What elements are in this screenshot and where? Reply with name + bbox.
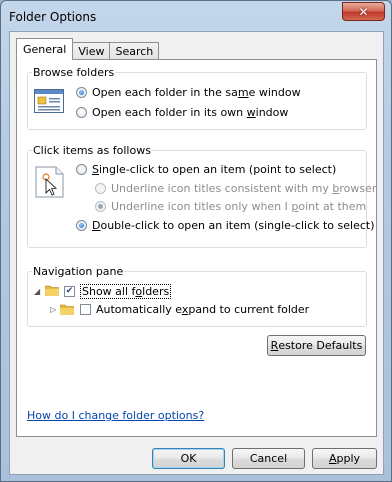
- open-own-window-radio[interactable]: [76, 107, 87, 118]
- underline-browser-radio: [95, 183, 106, 194]
- single-click-option[interactable]: Single-click to open an item (point to s…: [76, 163, 336, 176]
- open-same-window-option[interactable]: Open each folder in the same window: [76, 86, 301, 99]
- cancel-button[interactable]: Cancel: [232, 448, 305, 469]
- click-pointer-icon: [35, 166, 64, 198]
- restore-defaults-button[interactable]: Restore Defaults: [267, 335, 366, 356]
- click-items-legend: Click items as follows: [33, 144, 151, 157]
- folder-icon: [45, 285, 59, 296]
- single-click-label: Single-click to open an item (point to s…: [92, 163, 337, 176]
- underline-point-option: Underline icon titles only when I point …: [95, 200, 366, 213]
- expanded-arrow-icon: ◢: [34, 287, 41, 296]
- tab-search[interactable]: Search: [109, 42, 160, 60]
- apply-button[interactable]: Apply: [312, 448, 377, 469]
- tab-general[interactable]: General: [16, 38, 74, 60]
- folder-options-window: Folder Options ✕ General View Search Bro…: [0, 0, 392, 482]
- click-items-group: Click items as follows: [27, 144, 367, 248]
- ok-button[interactable]: OK: [152, 448, 225, 469]
- underline-browser-option: Underline icon titles consistent with my…: [95, 182, 376, 195]
- dialog-client-area: General View Search Browse folders Open …: [9, 31, 384, 475]
- show-all-folders-label: Show all folders: [80, 284, 172, 299]
- tab-view[interactable]: View: [72, 42, 111, 60]
- open-same-window-radio[interactable]: [76, 87, 87, 98]
- close-icon: ✕: [358, 4, 369, 19]
- folder-icon-2: [60, 304, 74, 315]
- double-click-label: Double-click to open an item (single-cli…: [92, 219, 375, 232]
- auto-expand-option[interactable]: Automatically expand to current folder: [80, 303, 309, 316]
- underline-point-label: Underline icon titles only when I point …: [111, 200, 367, 213]
- title-bar[interactable]: Folder Options ✕: [1, 1, 391, 31]
- auto-expand-label: Automatically expand to current folder: [96, 303, 310, 316]
- browse-folders-legend: Browse folders: [33, 66, 115, 79]
- show-all-folders-checkbox[interactable]: [64, 286, 75, 297]
- show-all-folders-option[interactable]: Show all folders: [64, 284, 172, 299]
- double-click-option[interactable]: Double-click to open an item (single-cli…: [76, 219, 375, 232]
- tab-strip: General View Search: [16, 38, 160, 60]
- single-click-radio[interactable]: [76, 164, 87, 175]
- underline-browser-label: Underline icon titles consistent with my…: [111, 182, 377, 195]
- auto-expand-checkbox[interactable]: [80, 304, 91, 315]
- browse-window-icon: [34, 89, 64, 113]
- open-own-window-label: Open each folder in its own window: [92, 106, 289, 119]
- open-same-window-label: Open each folder in the same window: [92, 86, 301, 99]
- double-click-radio[interactable]: [76, 220, 87, 231]
- general-tab-panel: Browse folders Open each folder in the s…: [16, 59, 377, 437]
- help-link[interactable]: How do I change folder options?: [27, 409, 204, 422]
- open-own-window-option[interactable]: Open each folder in its own window: [76, 106, 288, 119]
- collapsed-arrow-icon: ▷: [50, 305, 57, 314]
- navigation-pane-legend: Navigation pane: [33, 265, 124, 278]
- window-title: Folder Options: [9, 10, 97, 24]
- close-button[interactable]: ✕: [342, 2, 385, 21]
- underline-point-radio: [95, 201, 106, 212]
